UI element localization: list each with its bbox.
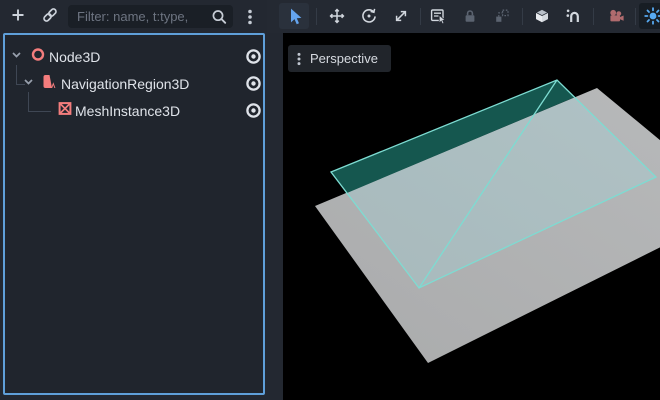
preview-camera-button[interactable] — [604, 4, 628, 28]
plus-icon — [9, 6, 27, 27]
instance-scene-button[interactable] — [38, 5, 62, 28]
tree-row-meshinstance3d[interactable]: MeshInstance3D — [5, 97, 263, 124]
eye-icon — [245, 48, 262, 65]
move-icon — [328, 7, 346, 25]
ungroup-tool-button[interactable] — [490, 4, 514, 28]
local-space-button[interactable] — [530, 4, 554, 28]
toolbar-separator — [635, 8, 636, 25]
tree-node-label: NavigationRegion3D — [61, 76, 189, 92]
snap-toggle-button[interactable] — [562, 4, 586, 28]
scale-tool-button[interactable] — [389, 4, 413, 28]
move-tool-button[interactable] — [325, 4, 349, 28]
kebab-icon — [295, 50, 303, 68]
toolbar-separator — [420, 8, 421, 25]
perspective-label: Perspective — [310, 51, 378, 66]
list-select-icon — [429, 7, 447, 25]
visibility-toggle[interactable] — [241, 72, 265, 96]
rotate-icon — [360, 7, 378, 25]
toolbar-separator — [593, 8, 594, 25]
spatial-editor-toolbar — [267, 0, 660, 33]
visibility-toggle[interactable] — [241, 99, 265, 123]
toolbar-separator — [316, 8, 317, 25]
eye-icon — [245, 102, 262, 119]
cube-icon — [533, 7, 551, 25]
sun-icon — [643, 6, 660, 26]
scale-icon — [392, 7, 410, 25]
scene-tree-panel: Node3D NavigationRegion3D — [3, 33, 265, 395]
add-node-button[interactable] — [6, 5, 30, 28]
node3d-icon — [30, 46, 46, 67]
chevron-down-icon[interactable] — [10, 48, 23, 66]
filter-input[interactable] — [68, 5, 233, 28]
cursor-arrow-icon — [284, 6, 304, 26]
magnet-icon — [565, 7, 583, 25]
navmesh-scene-render — [283, 33, 660, 400]
link-icon — [40, 5, 60, 28]
rotate-tool-button[interactable] — [357, 4, 381, 28]
kebab-icon — [241, 6, 259, 28]
lock-tool-button[interactable] — [458, 4, 482, 28]
mesh-instance-3d-icon — [57, 100, 73, 121]
tree-node-label: MeshInstance3D — [75, 103, 180, 119]
perspective-menu-button[interactable]: Perspective — [288, 45, 391, 72]
list-select-tool-button[interactable] — [426, 4, 450, 28]
select-tool-button[interactable] — [279, 3, 309, 29]
toolbar-separator — [522, 8, 523, 25]
dock-menu-kebab-icon[interactable] — [241, 5, 259, 29]
ungroup-icon — [493, 7, 511, 25]
viewport-3d[interactable]: Perspective — [283, 33, 660, 400]
lock-icon — [461, 7, 479, 25]
navigation-region-3d-icon — [42, 73, 58, 94]
scene-dock-toolbar — [0, 0, 267, 33]
preview-sunlight-button[interactable] — [639, 3, 660, 29]
chevron-down-icon[interactable] — [22, 75, 35, 93]
eye-icon — [245, 75, 262, 92]
camera-icon — [607, 7, 625, 25]
visibility-toggle[interactable] — [241, 45, 265, 69]
tree-node-label: Node3D — [49, 49, 100, 65]
tree-row-node3d[interactable]: Node3D — [5, 43, 263, 70]
